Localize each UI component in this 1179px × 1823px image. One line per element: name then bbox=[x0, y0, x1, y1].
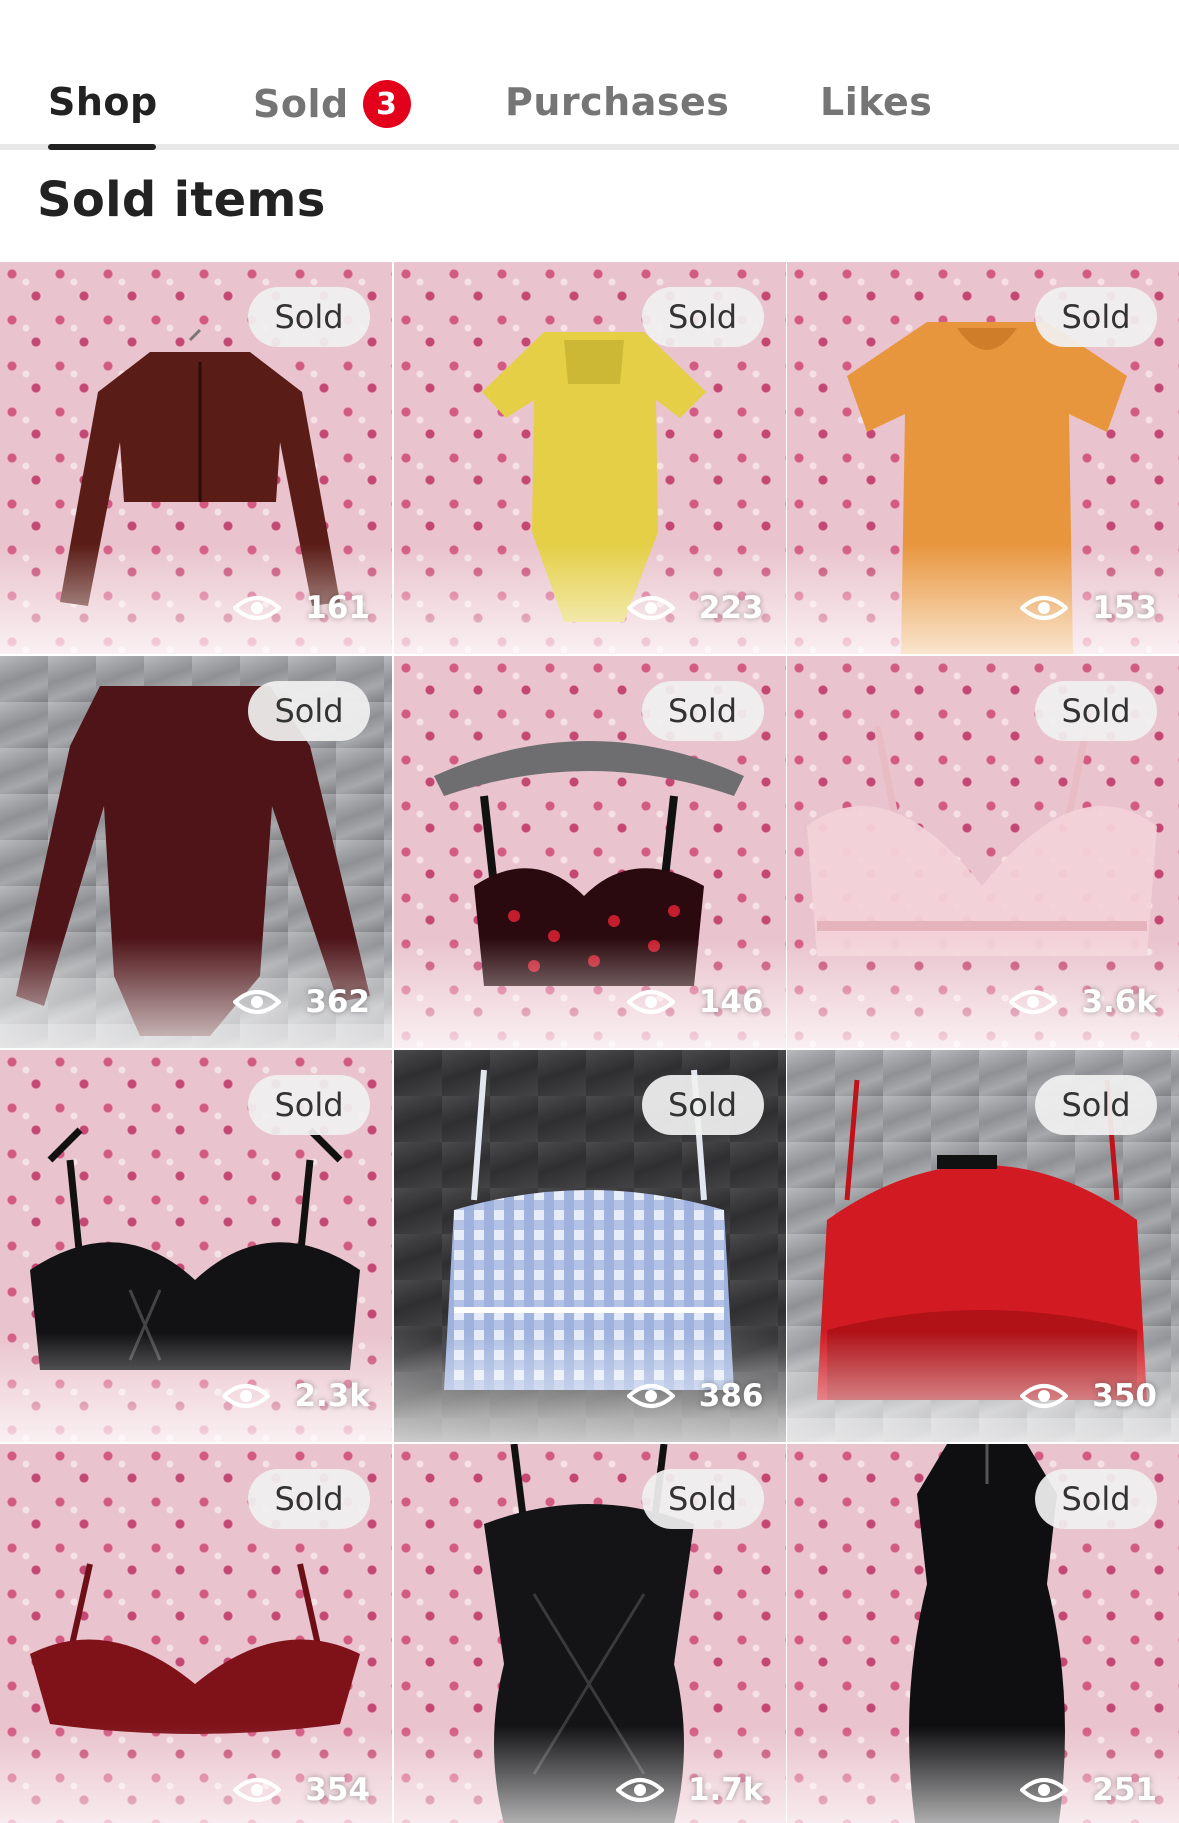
sold-badge: Sold bbox=[1035, 1469, 1157, 1529]
active-tab-indicator bbox=[48, 144, 156, 150]
product-tile[interactable]: Sold 251 bbox=[787, 1444, 1179, 1823]
eye-icon bbox=[1020, 596, 1069, 620]
product-tile[interactable]: Sold 2.3k bbox=[0, 1050, 392, 1442]
eye-icon bbox=[1009, 990, 1058, 1014]
view-count: 354 bbox=[233, 1772, 370, 1808]
product-image bbox=[10, 1120, 380, 1380]
eye-icon bbox=[626, 990, 675, 1014]
sold-badge: Sold bbox=[248, 287, 370, 347]
view-count-value: 161 bbox=[305, 590, 370, 626]
sold-badge: Sold bbox=[248, 1469, 370, 1529]
product-image bbox=[10, 1554, 380, 1754]
product-tile[interactable]: Sold 223 bbox=[393, 262, 786, 654]
page-title: Sold items bbox=[37, 172, 326, 228]
view-count-value: 3.6k bbox=[1081, 984, 1157, 1020]
eye-icon bbox=[615, 1778, 664, 1802]
eye-icon bbox=[626, 1384, 675, 1408]
tab-bar: Shop Sold 3 Purchases Likes bbox=[0, 0, 1179, 152]
sold-badge: Sold bbox=[641, 1075, 764, 1135]
product-tile[interactable]: Sold 153 bbox=[787, 262, 1179, 654]
tab-label: Purchases bbox=[505, 80, 730, 124]
product-tile[interactable]: Sold 3.6k bbox=[787, 656, 1179, 1048]
eye-icon bbox=[233, 596, 282, 620]
product-tile[interactable]: Sold 354 bbox=[0, 1444, 392, 1823]
tab-likes[interactable]: Likes bbox=[820, 80, 932, 124]
eye-icon bbox=[1020, 1384, 1069, 1408]
tab-shop[interactable]: Shop bbox=[48, 80, 158, 124]
sold-badge: Sold bbox=[1035, 1075, 1157, 1135]
sold-badge: Sold bbox=[1035, 681, 1157, 741]
sold-badge: Sold bbox=[641, 287, 764, 347]
view-count-value: 2.3k bbox=[294, 1378, 370, 1414]
sold-badge: Sold bbox=[1035, 287, 1157, 347]
view-count: 350 bbox=[1020, 1378, 1157, 1414]
sold-badge: Sold bbox=[248, 681, 370, 741]
view-count: 153 bbox=[1020, 590, 1157, 626]
product-image bbox=[40, 302, 360, 622]
eye-icon bbox=[233, 1778, 282, 1802]
view-count-value: 251 bbox=[1092, 1772, 1157, 1808]
view-count-value: 146 bbox=[698, 984, 764, 1020]
view-count: 223 bbox=[626, 590, 764, 626]
eye-icon bbox=[222, 1384, 271, 1408]
view-count-value: 350 bbox=[1092, 1378, 1157, 1414]
view-count: 3.6k bbox=[1009, 984, 1157, 1020]
eye-icon bbox=[1020, 1778, 1069, 1802]
tab-label: Sold bbox=[253, 82, 349, 126]
tab-purchases[interactable]: Purchases bbox=[505, 80, 729, 124]
view-count: 251 bbox=[1020, 1772, 1157, 1808]
sold-badge: Sold bbox=[641, 1469, 764, 1529]
view-count-value: 1.7k bbox=[687, 1772, 764, 1808]
view-count-value: 354 bbox=[305, 1772, 370, 1808]
view-count-value: 223 bbox=[698, 590, 764, 626]
product-tile[interactable]: Sold 1.7k bbox=[393, 1444, 786, 1823]
view-count: 386 bbox=[626, 1378, 764, 1414]
sold-items-grid: Sold 161 Sold 223 Sold 153 Sold 362 Sold… bbox=[0, 262, 1179, 1823]
product-tile[interactable]: Sold 362 bbox=[0, 656, 392, 1048]
tab-divider bbox=[0, 144, 1179, 150]
view-count: 161 bbox=[233, 590, 370, 626]
sold-badge: Sold bbox=[248, 1075, 370, 1135]
view-count: 1.7k bbox=[615, 1772, 764, 1808]
tab-label: Likes bbox=[820, 80, 933, 124]
view-count: 146 bbox=[626, 984, 764, 1020]
view-count-value: 153 bbox=[1092, 590, 1157, 626]
view-count: 362 bbox=[233, 984, 370, 1020]
tab-sold[interactable]: Sold 3 bbox=[253, 80, 411, 128]
product-image bbox=[797, 716, 1167, 976]
view-count: 2.3k bbox=[222, 1378, 370, 1414]
view-count-value: 362 bbox=[305, 984, 370, 1020]
eye-icon bbox=[626, 596, 675, 620]
view-count-value: 386 bbox=[698, 1378, 764, 1414]
tab-label: Shop bbox=[48, 80, 158, 124]
sold-badge: Sold bbox=[641, 681, 764, 741]
product-tile[interactable]: Sold 350 bbox=[787, 1050, 1179, 1442]
product-tile[interactable]: Sold 386 bbox=[393, 1050, 786, 1442]
product-tile[interactable]: Sold 146 bbox=[393, 656, 786, 1048]
eye-icon bbox=[233, 990, 282, 1014]
notification-badge: 3 bbox=[362, 80, 411, 128]
product-tile[interactable]: Sold 161 bbox=[0, 262, 392, 654]
